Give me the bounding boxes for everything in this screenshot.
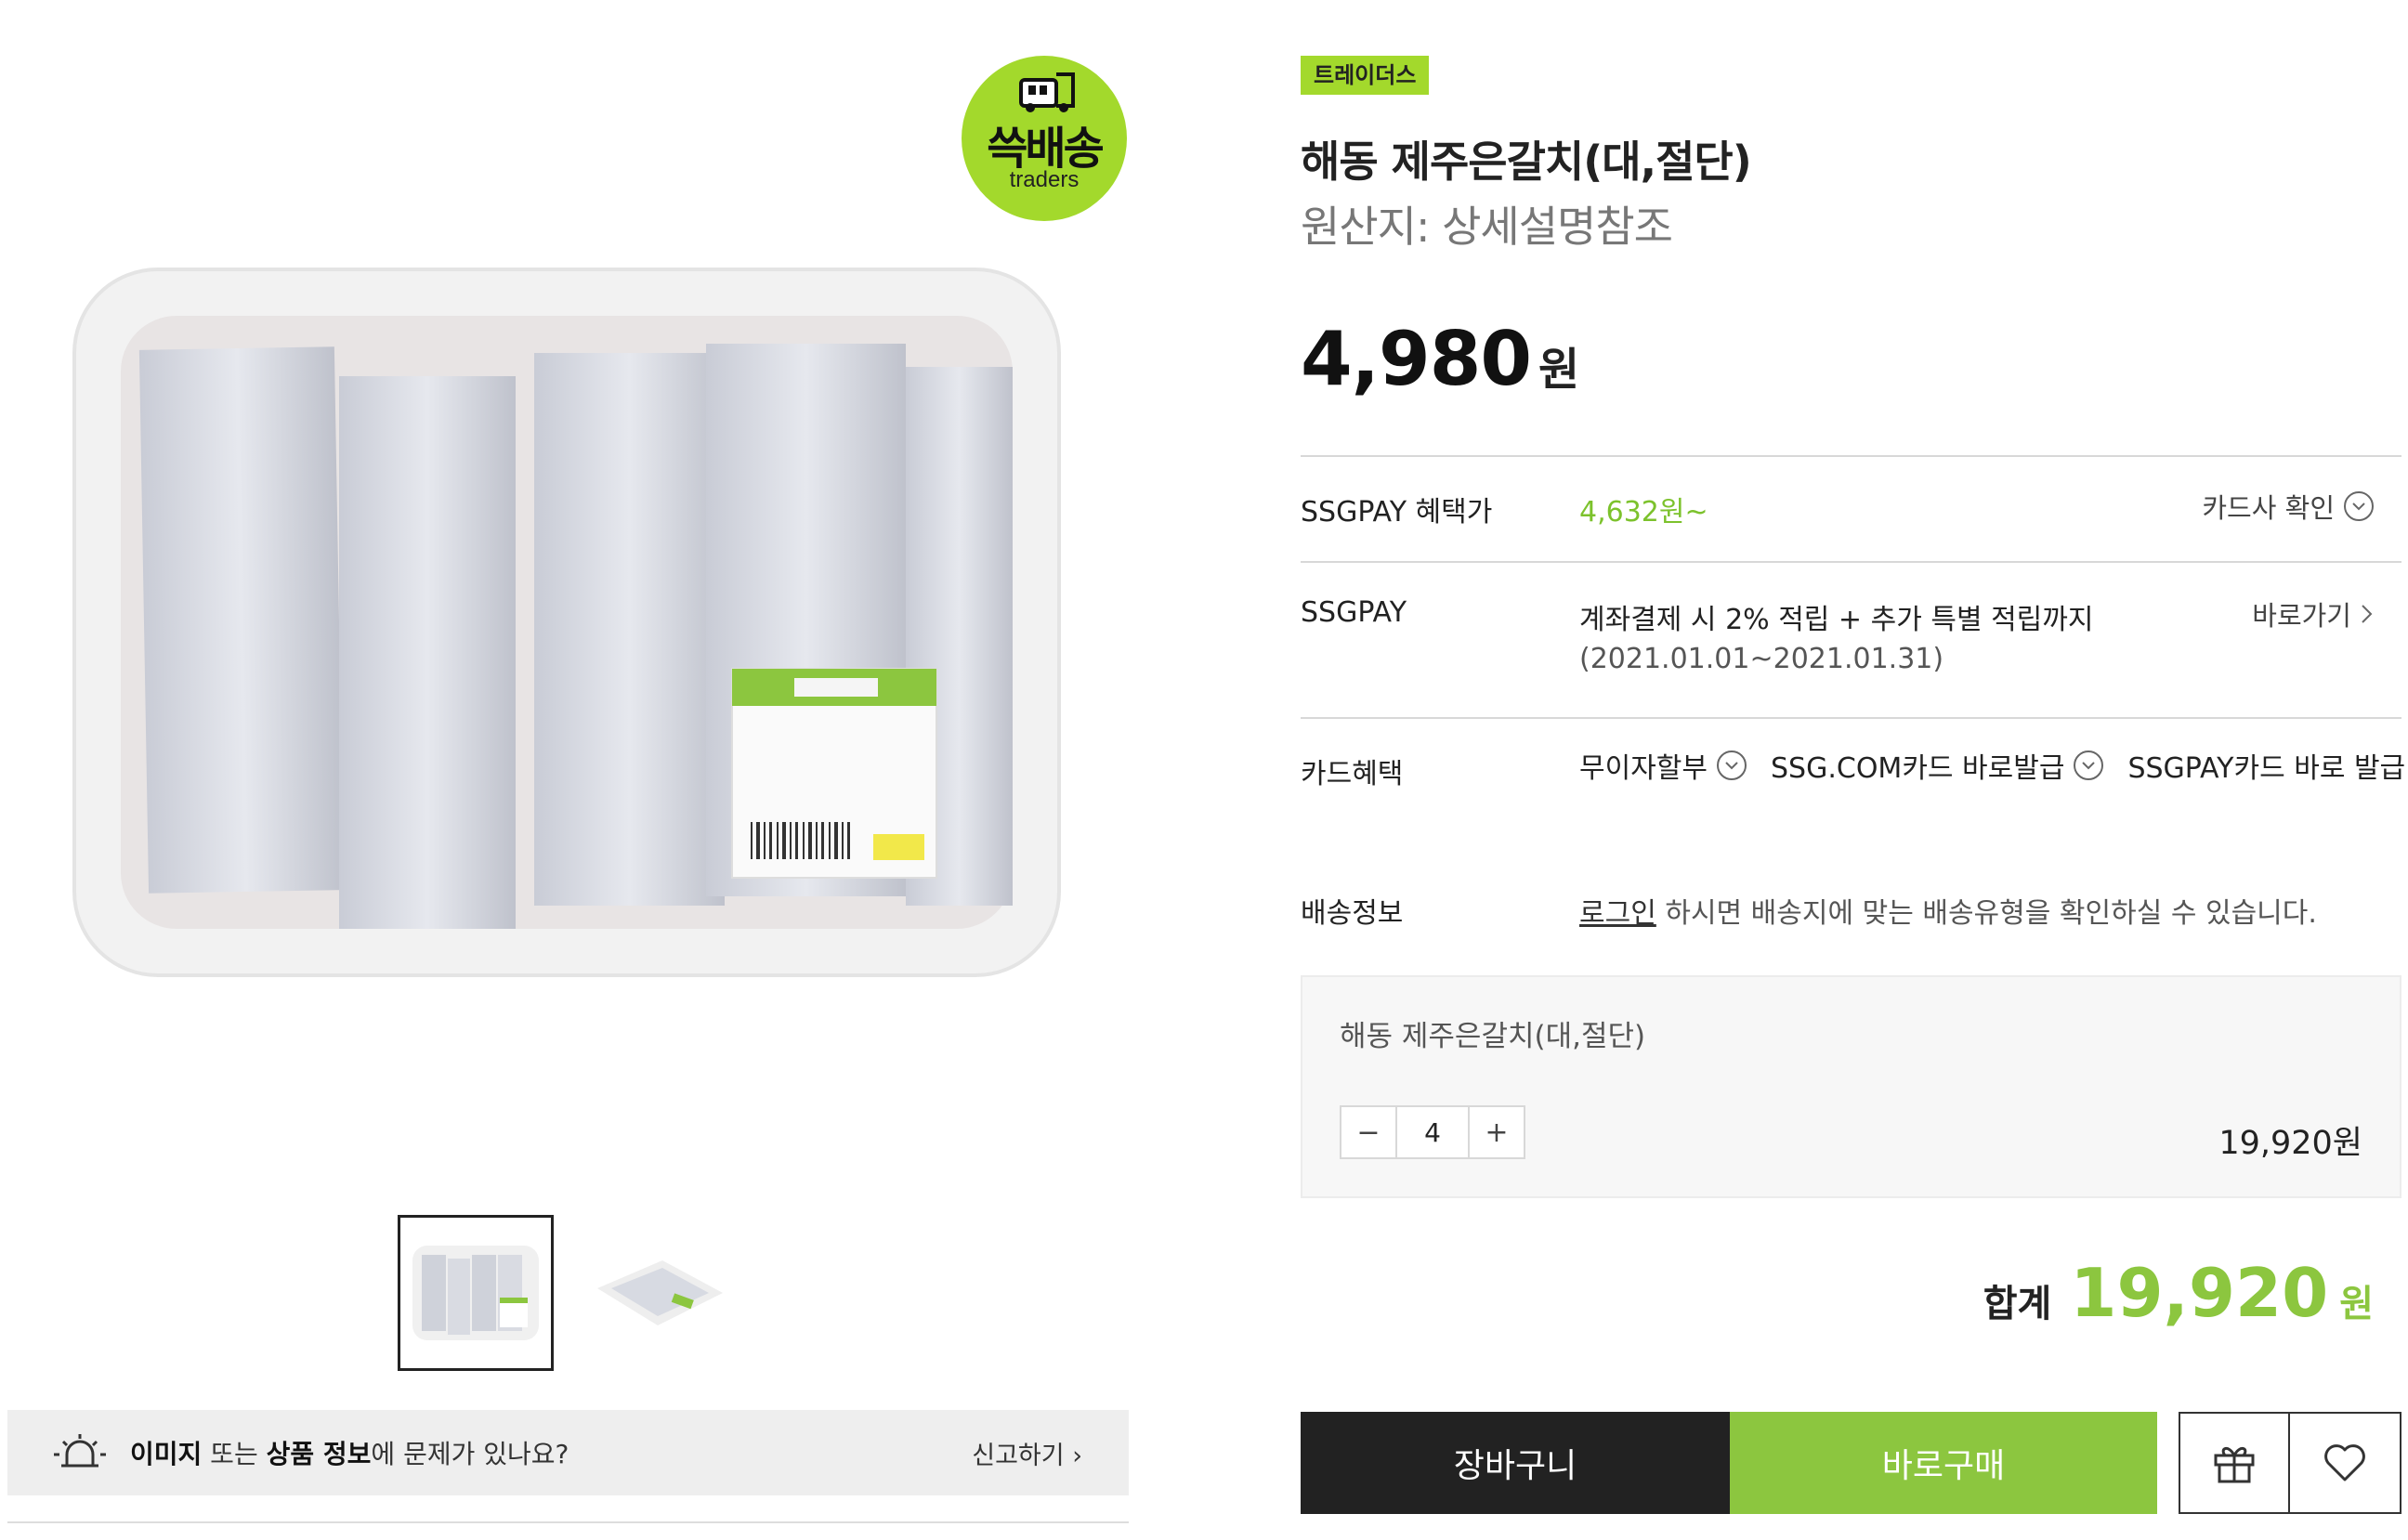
- report-bold-2: 상품 정보: [266, 1439, 372, 1469]
- report-text-1: 또는: [202, 1439, 267, 1469]
- thumbnail-1[interactable]: [398, 1215, 554, 1371]
- report-bar: 이미지 또는 상품 정보에 문제가 있나요? 신고하기 ›: [7, 1410, 1129, 1495]
- product-price: 4,980 원: [1301, 316, 1579, 402]
- alarm-icon: [54, 1434, 106, 1468]
- heart-icon: [2324, 1444, 2365, 1481]
- chevron-down-icon: [1717, 750, 1747, 780]
- thumbnail-1-image: [412, 1246, 539, 1340]
- delivery-info: 로그인 하시면 배송지에 맞는 배송유형을 확인하실 수 있습니다.: [1579, 890, 2317, 931]
- report-text-2: 에 문제가 있나요?: [371, 1439, 569, 1469]
- card-company-check-label: 카드사 확인: [2202, 492, 2335, 524]
- total-unit: 원: [2339, 1283, 2374, 1325]
- price-unit: 원: [1538, 344, 1580, 396]
- option-price: 19,920원: [2218, 1125, 2362, 1162]
- thumbnail-list: [398, 1215, 736, 1371]
- price-value: 4,980: [1301, 316, 1532, 402]
- ssgpay-go-label: 바로가기: [2252, 600, 2351, 632]
- wishlist-button[interactable]: [2288, 1412, 2401, 1514]
- ssg-delivery-badge: 쓱배송 traders: [962, 56, 1127, 221]
- ssgpay-label: SSGPAY: [1301, 596, 1407, 629]
- chevron-down-icon: [2344, 491, 2374, 521]
- total-value: 19,920: [2070, 1254, 2329, 1332]
- product-origin: 원산지: 상세설명참조: [1301, 202, 1673, 252]
- card-benefits-list: 무이자할부 SSG.COM카드 바로발급 SSGPAY카드 바로 발급: [1579, 745, 2408, 786]
- report-bold-1: 이미지: [130, 1439, 203, 1469]
- card-benefits-label: 카드혜택: [1301, 758, 1404, 790]
- benefit-installment-label: 무이자할부: [1579, 752, 1708, 785]
- report-question: 이미지 또는 상품 정보에 문제가 있나요?: [130, 1434, 569, 1471]
- divider: [1301, 455, 2401, 457]
- truck-icon: [1019, 72, 1075, 112]
- product-title: 해동 제주은갈치(대,절단): [1301, 137, 1752, 187]
- divider: [7, 1521, 1129, 1523]
- gift-button[interactable]: [2179, 1412, 2290, 1514]
- login-link[interactable]: 로그인: [1579, 897, 1656, 930]
- quantity-increase-button[interactable]: +: [1470, 1107, 1524, 1157]
- product-gallery: 쓱배송 traders 이미지 또는 상품 정보에 문제가 있나요? 신고하기 …: [0, 0, 1143, 1540]
- brand-tag[interactable]: 트레이더스: [1301, 56, 1430, 95]
- thumbnail-2-image: [597, 1260, 723, 1325]
- ssgpay-go-button[interactable]: 바로가기: [2252, 594, 2374, 633]
- ssgpay-benefit-label: SSGPAY 혜택가: [1301, 496, 1493, 529]
- total-label: 합계: [1983, 1283, 2052, 1325]
- add-to-cart-button[interactable]: 장바구니: [1301, 1412, 1730, 1514]
- ssgpay-benefit-value: 4,632원~: [1579, 496, 1708, 529]
- report-link[interactable]: 신고하기 ›: [972, 1435, 1082, 1471]
- benefit-ssgpay-card[interactable]: SSGPAY카드 바로 발급: [2127, 745, 2408, 786]
- main-product-image: [72, 268, 1061, 977]
- thumbnail-2[interactable]: [580, 1215, 736, 1371]
- badge-sub-text: traders: [1009, 167, 1080, 192]
- quantity-stepper: − 4 +: [1340, 1105, 1525, 1159]
- product-info: 트레이더스 해동 제주은갈치(대,절단) 원산지: 상세설명참조 4,980 원…: [1301, 0, 2405, 1540]
- delivery-label: 배송정보: [1301, 897, 1404, 930]
- divider: [1301, 561, 2401, 563]
- quantity-input[interactable]: 4: [1395, 1107, 1470, 1157]
- total-price: 합계 19,920 원: [1983, 1254, 2374, 1332]
- benefit-installment[interactable]: 무이자할부: [1579, 745, 1747, 786]
- divider: [1301, 717, 2401, 719]
- card-company-check-button[interactable]: 카드사 확인: [2202, 487, 2374, 526]
- chevron-down-icon: [2074, 750, 2104, 780]
- gift-icon: [2214, 1447, 2255, 1483]
- ssgpay-period: (2021.01.01~2021.01.31): [1579, 643, 1944, 675]
- ssgpay-line1: 계좌결제 시 2% 적립 + 추가 특별 적립까지: [1579, 604, 2094, 636]
- buy-now-button[interactable]: 바로구매: [1730, 1412, 2157, 1514]
- option-name: 해동 제주은갈치(대,절단): [1340, 1020, 1646, 1053]
- delivery-text: 하시면 배송지에 맞는 배송유형을 확인하실 수 있습니다.: [1656, 897, 2317, 930]
- selected-option: 해동 제주은갈치(대,절단) − 4 + 19,920원: [1301, 975, 2401, 1198]
- benefit-ssgcom-card[interactable]: SSG.COM카드 바로발급: [1771, 745, 2104, 786]
- benefit-ssgpay-card-label: SSGPAY카드 바로 발급: [2127, 752, 2406, 785]
- benefit-ssgcom-card-label: SSG.COM카드 바로발급: [1771, 752, 2065, 785]
- chevron-right-icon: [2362, 605, 2373, 623]
- quantity-decrease-button[interactable]: −: [1341, 1107, 1395, 1157]
